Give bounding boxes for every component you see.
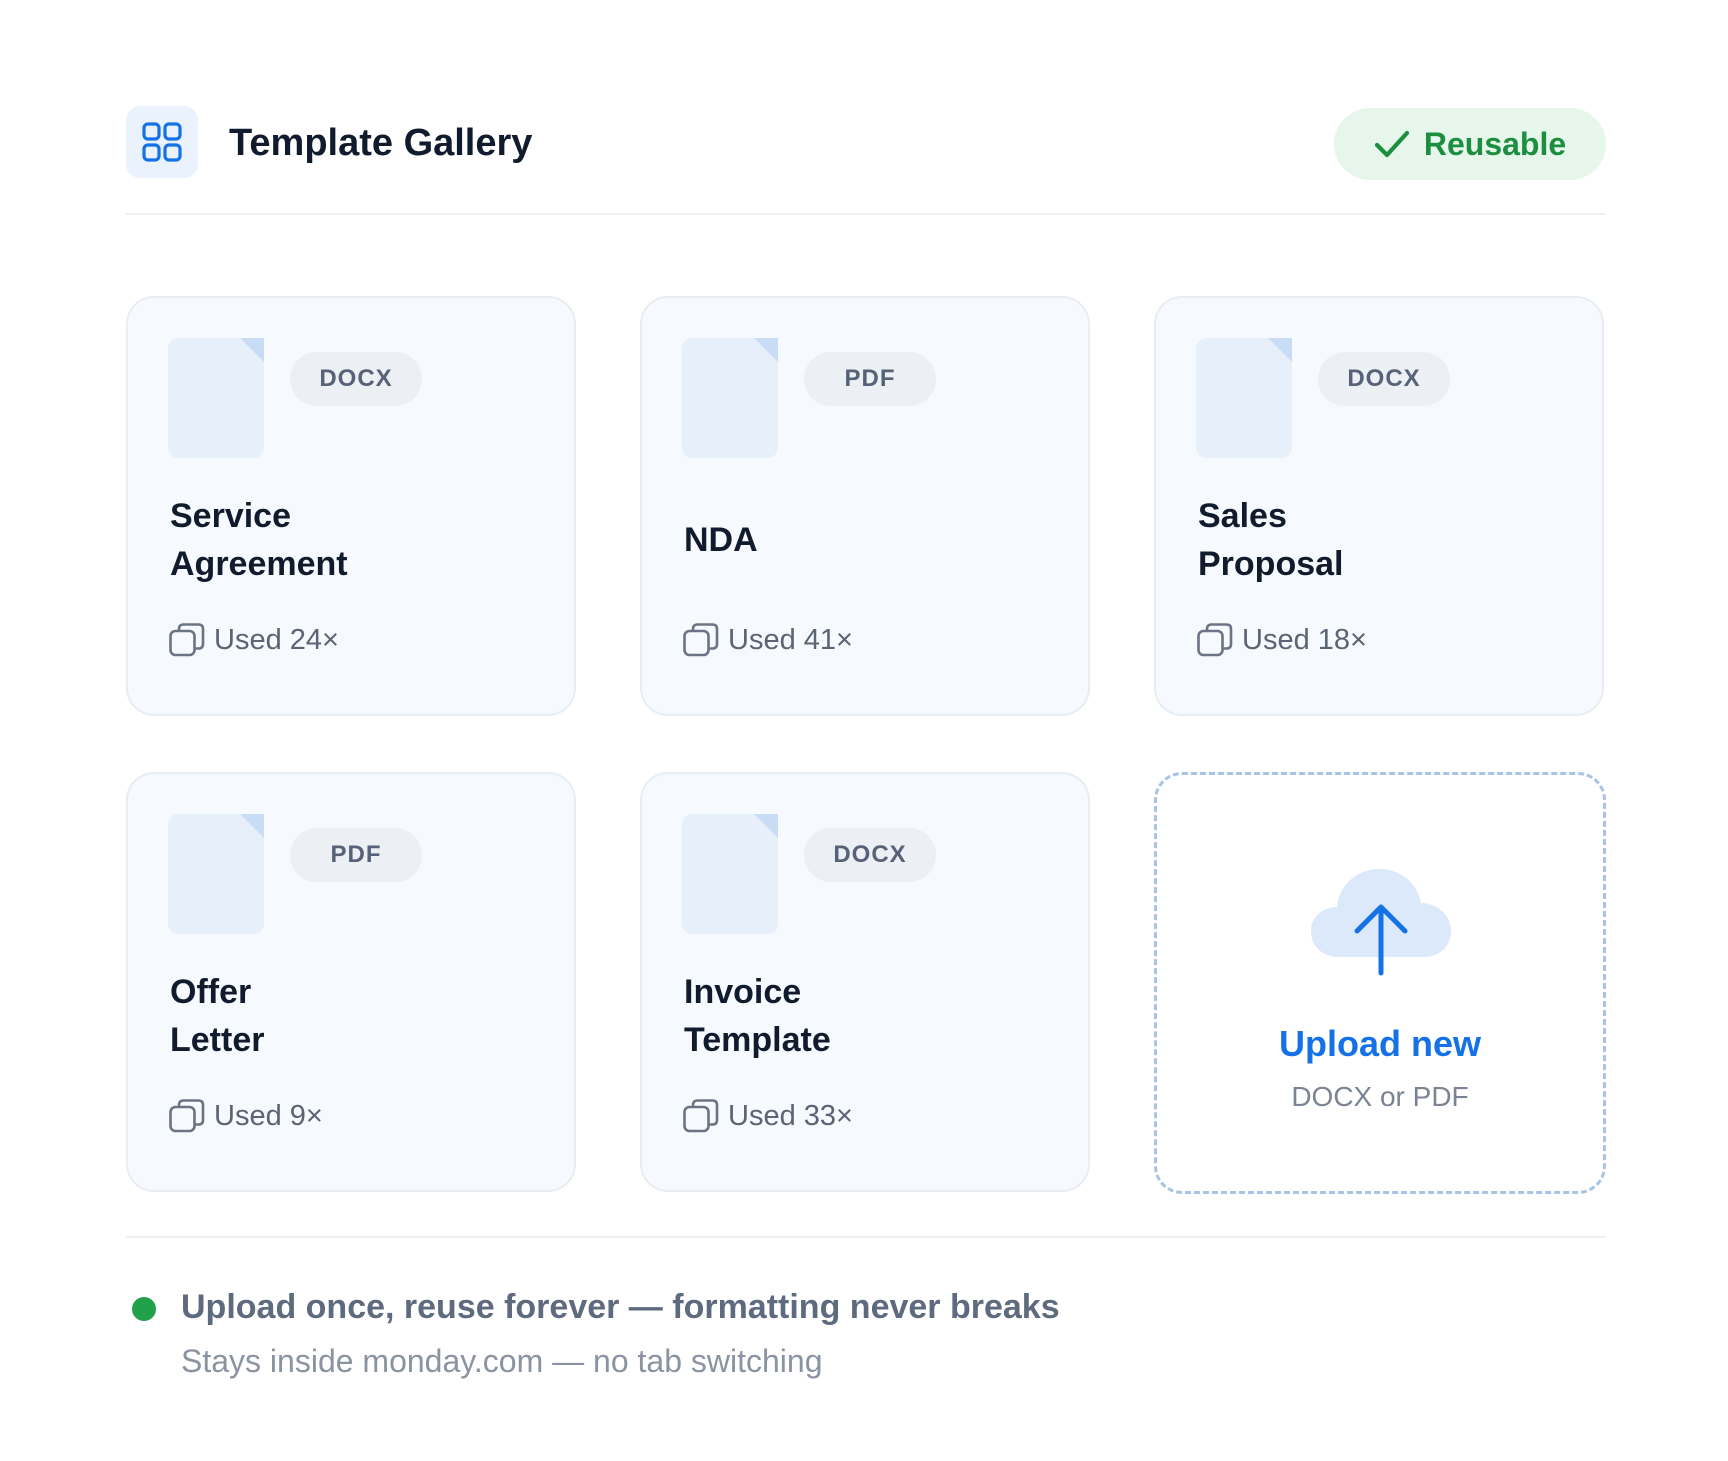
card-title-line: Service (170, 497, 291, 535)
card-title-line: Offer (170, 973, 252, 1011)
copy-icon (683, 1099, 719, 1133)
file-type-badge: DOCX (290, 352, 422, 406)
template-card[interactable]: PDF NDA Used 41× (640, 296, 1090, 716)
reusable-badge: Reusable (1334, 108, 1606, 180)
usage-count: Used 9× (168, 1096, 323, 1136)
upload-subtitle: DOCX or PDF (1291, 1081, 1469, 1112)
file-type-badge: PDF (804, 352, 936, 406)
copy-icon (169, 1099, 205, 1133)
footer-subline: Stays inside monday.com — no tab switchi… (181, 1343, 823, 1379)
card-title: Offer Letter (170, 964, 550, 1068)
card-title-line: Proposal (1198, 545, 1344, 583)
file-type-badge: DOCX (804, 828, 936, 882)
page-title: Template Gallery (229, 122, 533, 164)
card-title-line: NDA (684, 521, 758, 559)
document-icon (682, 814, 778, 934)
badge-label: Reusable (1423, 125, 1567, 162)
header-divider (126, 213, 1606, 215)
template-card[interactable]: DOCX Invoice Template Used 33× (640, 772, 1090, 1192)
file-type-badge: PDF (290, 828, 422, 882)
card-title-line: Template (684, 1021, 831, 1059)
document-icon (168, 814, 264, 934)
card-title-line: Agreement (170, 545, 348, 583)
template-card[interactable]: DOCX Service Agreement Used 24× (126, 296, 576, 716)
card-title-line: Invoice (684, 973, 802, 1011)
usage-label: Used 41× (728, 623, 853, 656)
usage-count: Used 33× (682, 1096, 853, 1136)
copy-icon (1197, 623, 1233, 657)
card-title-line: Sales (1198, 497, 1287, 535)
document-icon (168, 338, 264, 458)
grid-icon (126, 106, 198, 178)
usage-count: Used 24× (168, 620, 339, 660)
upload-title: Upload new (1278, 1023, 1481, 1064)
footer-headline: Upload once, reuse forever — formatting … (181, 1288, 1060, 1326)
copy-icon (683, 623, 719, 657)
template-gallery-page: Template Gallery Reusable DOCX Service Ag… (0, 0, 1728, 1461)
card-title: NDA (684, 488, 1064, 592)
card-title-line: Letter (170, 1021, 265, 1059)
checkmark-icon (1374, 130, 1409, 158)
upload-new-card[interactable]: Upload new DOCX or PDF (1154, 772, 1606, 1194)
usage-label: Used 33× (728, 1099, 853, 1132)
usage-count: Used 41× (682, 620, 853, 660)
cloud-upload-icon (1311, 869, 1451, 976)
document-icon (682, 338, 778, 458)
footer-divider (126, 1236, 1606, 1238)
card-title: Service Agreement (170, 488, 550, 592)
gallery-header: Template Gallery Reusable (126, 106, 1606, 180)
template-card[interactable]: PDF Offer Letter Used 9× (126, 772, 576, 1192)
status-dot (132, 1297, 156, 1321)
usage-label: Used 9× (214, 1099, 323, 1132)
card-title: Invoice Template (684, 964, 1064, 1068)
usage-label: Used 24× (214, 623, 339, 656)
template-card[interactable]: DOCX Sales Proposal Used 18× (1154, 296, 1604, 716)
usage-label: Used 18× (1242, 623, 1367, 656)
file-type-badge: DOCX (1318, 352, 1450, 406)
copy-icon (169, 623, 205, 657)
document-icon (1196, 338, 1292, 458)
card-title: Sales Proposal (1198, 488, 1578, 592)
usage-count: Used 18× (1196, 620, 1367, 660)
